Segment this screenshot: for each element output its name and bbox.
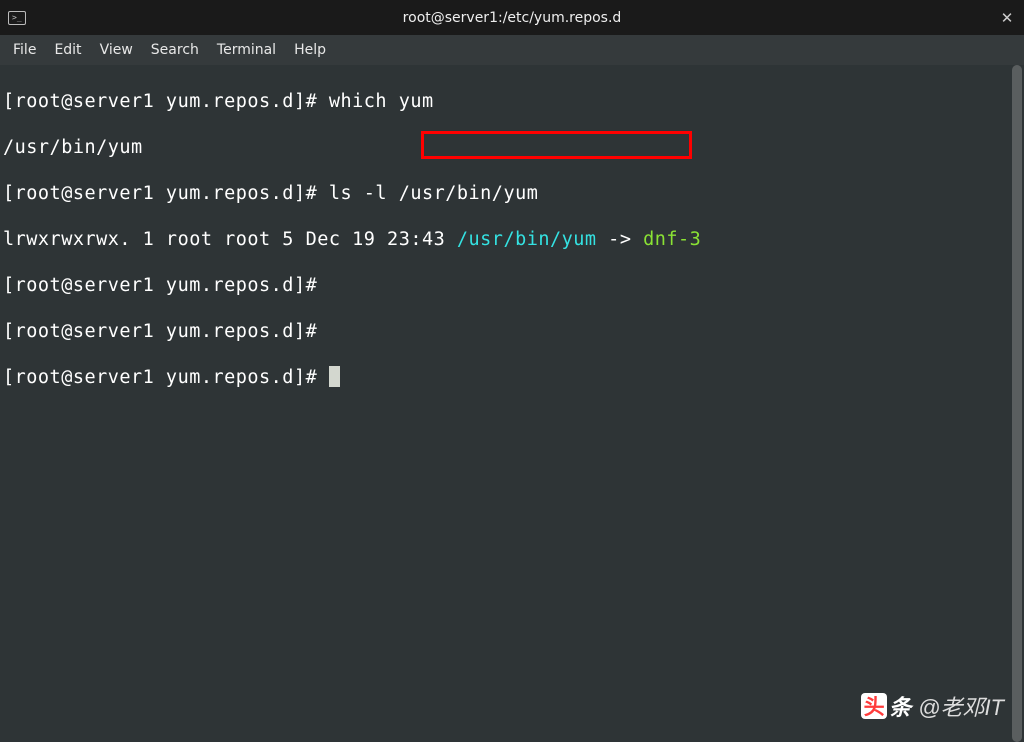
prompt: [root@server1 yum.repos.d]# — [3, 275, 329, 296]
prompt: [root@server1 yum.repos.d]# — [3, 367, 329, 388]
watermark-logo-text: 条 — [889, 690, 910, 722]
scrollbar[interactable] — [1010, 65, 1024, 742]
command: which yum — [329, 91, 434, 112]
scrollbar-thumb[interactable] — [1012, 65, 1022, 742]
prompt: [root@server1 yum.repos.d]# — [3, 91, 329, 112]
menu-terminal[interactable]: Terminal — [208, 38, 285, 62]
prompt: [root@server1 yum.repos.d]# — [3, 321, 329, 342]
menu-view[interactable]: View — [91, 38, 142, 62]
terminal-icon — [8, 11, 26, 25]
watermark-user: @老邓IT — [918, 690, 1004, 722]
symlink-arrow: -> — [597, 229, 644, 250]
terminal-output[interactable]: [root@server1 yum.repos.d]# which yum /u… — [0, 65, 1024, 742]
prompt: [root@server1 yum.repos.d]# — [3, 183, 329, 204]
terminal-line: [root@server1 yum.repos.d]# which yum — [3, 90, 1021, 113]
terminal-line: [root@server1 yum.repos.d]# — [3, 320, 1021, 343]
cursor-icon — [329, 366, 340, 387]
command: ls -l /usr/bin/yum — [329, 183, 538, 204]
watermark: 头 条 @老邓IT — [861, 690, 1004, 722]
symlink-source: /usr/bin/yum — [457, 229, 597, 250]
menu-edit[interactable]: Edit — [45, 38, 90, 62]
window-titlebar: root@server1:/etc/yum.repos.d ✕ — [0, 0, 1024, 35]
window-title: root@server1:/etc/yum.repos.d — [403, 10, 622, 26]
menu-search[interactable]: Search — [142, 38, 208, 62]
watermark-logo: 头 条 — [861, 690, 910, 722]
symlink-target: dnf-3 — [643, 229, 701, 250]
file-perms: lrwxrwxrwx. 1 root root 5 Dec 19 23:43 — [3, 229, 457, 250]
menu-help[interactable]: Help — [285, 38, 335, 62]
watermark-logo-icon: 头 — [861, 693, 887, 719]
terminal-line: [root@server1 yum.repos.d]# — [3, 366, 1021, 389]
menu-file[interactable]: File — [4, 38, 45, 62]
terminal-line: [root@server1 yum.repos.d]# ls -l /usr/b… — [3, 182, 1021, 205]
terminal-line: /usr/bin/yum — [3, 136, 1021, 159]
menubar: File Edit View Search Terminal Help — [0, 35, 1024, 65]
terminal-line: [root@server1 yum.repos.d]# — [3, 274, 1021, 297]
close-button[interactable]: ✕ — [998, 9, 1016, 27]
terminal-line: lrwxrwxrwx. 1 root root 5 Dec 19 23:43 /… — [3, 228, 1021, 251]
